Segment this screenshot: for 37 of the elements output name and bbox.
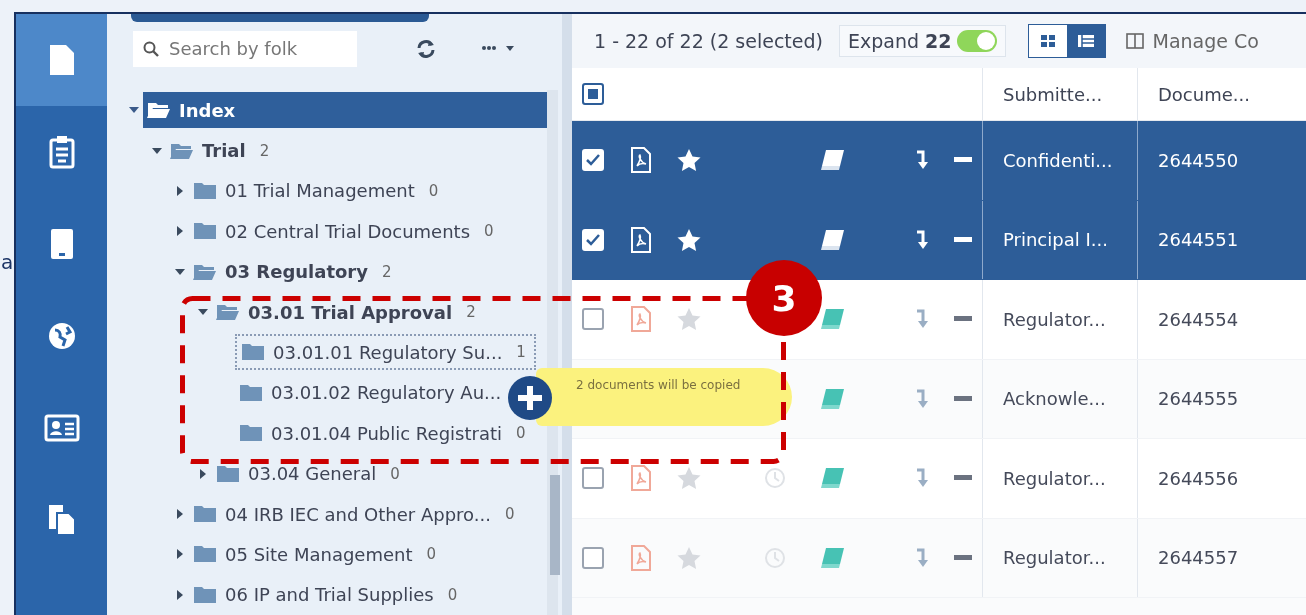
table-cell: 2644555: [1137, 359, 1292, 438]
search-field[interactable]: Search by folk: [133, 30, 357, 67]
table-cell: Regulator...: [982, 439, 1137, 518]
folder-item[interactable]: 01 Trial Management 0: [189, 172, 447, 209]
result-count: 1 - 22 of 22 (2 selected): [594, 30, 823, 52]
folder-item[interactable]: 03 Regulatory 2: [189, 253, 400, 290]
table-cell: Confidenti...: [982, 121, 1137, 200]
folder-item[interactable]: 03.01.01 Regulatory Su... 1: [235, 334, 536, 371]
table-cell: 2644551: [1137, 200, 1292, 279]
table-cell: Regulator...: [982, 518, 1137, 597]
table-row[interactable]: Regulator... 2644557: [572, 518, 1306, 598]
drag-tooltip: 2 documents will be copied: [536, 368, 792, 426]
folder-item[interactable]: 03.01.04 Public Registrati 0: [235, 415, 534, 452]
table-cell: Principal I...: [982, 200, 1137, 279]
cut-off-text: a: [1, 252, 14, 272]
table-row[interactable]: Regulator... 2644556: [572, 439, 1306, 519]
folder-item[interactable]: Trial 2: [166, 132, 278, 169]
expand-toggle[interactable]: Expand 22: [838, 25, 1007, 57]
table-row[interactable]: Principal I... 2644551: [572, 200, 1306, 280]
table-cell: 2644556: [1137, 439, 1292, 518]
table-cell: 2644554: [1137, 280, 1292, 359]
table-cell: Acknowle...: [982, 359, 1137, 438]
folder-item[interactable]: 02 Central Trial Documents 0: [189, 213, 502, 250]
folder-item[interactable]: 06 IP and Trial Supplies 0: [189, 576, 466, 613]
folder-item[interactable]: 04 IRB IEC and Other Appro... 0: [189, 496, 523, 532]
table-row[interactable]: Confidenti... 2644550: [572, 121, 1306, 201]
folder-item[interactable]: 03.01 Trial Approval 2: [212, 294, 484, 331]
folder-item[interactable]: 05 Site Management 0: [189, 536, 445, 573]
table-cell: 2644550: [1137, 121, 1292, 200]
table-cell: 2644557: [1137, 518, 1292, 597]
column-header[interactable]: Docume...: [1137, 68, 1292, 120]
folder-item[interactable]: 03.01.02 Regulatory Au...: [235, 374, 510, 411]
folder-item[interactable]: Index: [143, 92, 547, 129]
manage-columns-button[interactable]: Manage Co: [1126, 30, 1259, 52]
table-cell: Regulator...: [982, 280, 1137, 359]
folder-item[interactable]: 03.04 General 0: [212, 455, 408, 492]
column-header[interactable]: Submitte...: [982, 68, 1137, 120]
